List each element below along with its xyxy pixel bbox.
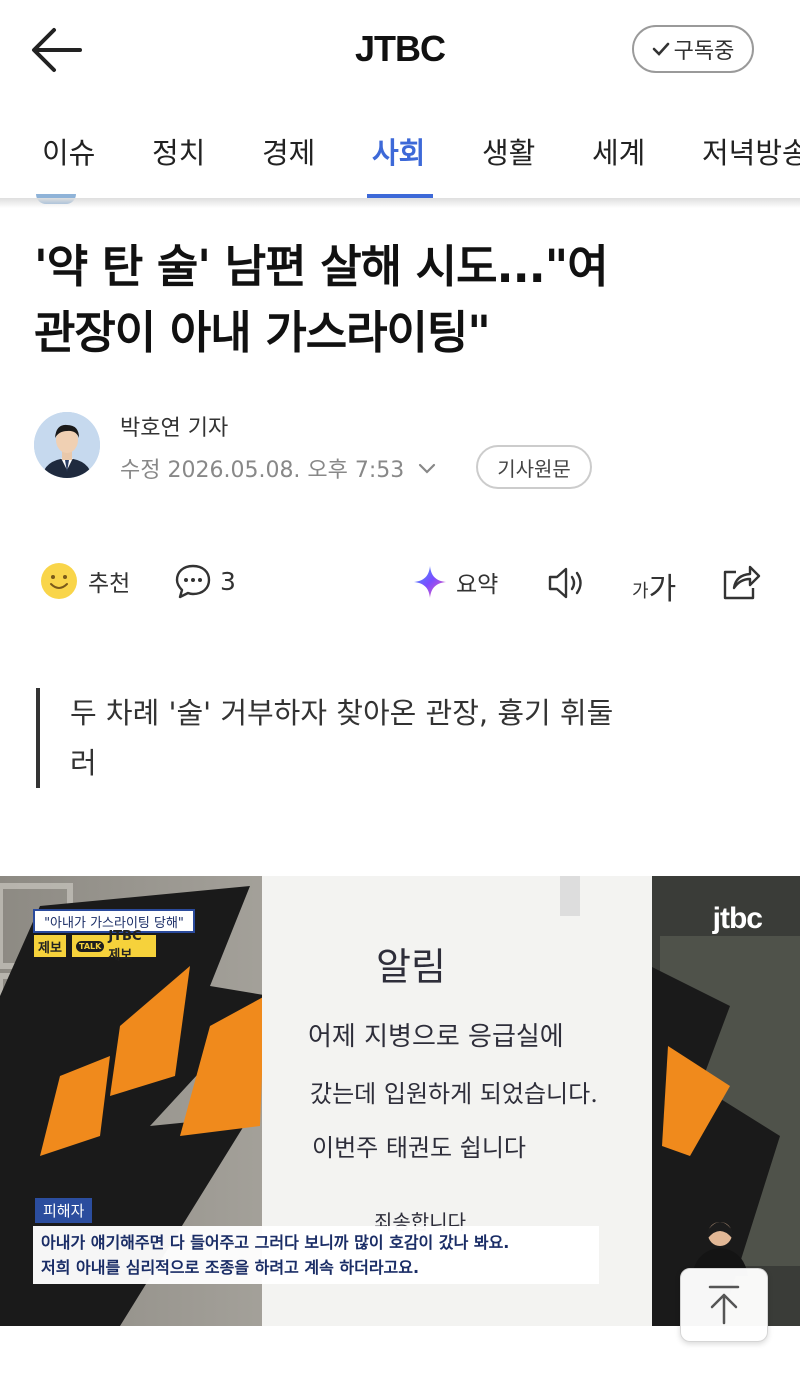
article-title-line2: 관장이 아내 가스라이팅": [34, 306, 491, 359]
note-line2: 갔는데 입원하게 되었습니다.: [310, 1080, 598, 1108]
speaker-icon: [548, 567, 582, 599]
reporter-avatar[interactable]: [34, 412, 100, 478]
jtbc-report-label: JTBC제보: [108, 929, 142, 963]
ai-sparkle-icon: [414, 566, 446, 598]
subscribe-button[interactable]: 구독중: [632, 25, 754, 73]
ai-summary-button[interactable]: 요약: [412, 564, 498, 600]
tab-life[interactable]: 생활: [482, 130, 535, 172]
recommend-label: 추천: [88, 571, 131, 597]
tab-economy[interactable]: 경제: [262, 130, 315, 172]
tab-issue[interactable]: 이슈: [42, 130, 95, 172]
subhead-line1: 두 차례 '술' 거부하자 찾아온 관장, 흉기 휘둘: [70, 696, 614, 730]
sign-interpreter-inset: [692, 1222, 748, 1276]
chevron-down-icon: [419, 463, 436, 474]
share-button[interactable]: [720, 562, 762, 602]
category-tabs: 이슈 정치 경제 사회 생활 세계 저녁방송: [0, 100, 800, 198]
top-bar: JTBC 구독중: [0, 0, 800, 100]
article-subhead: 두 차례 '술' 거부하자 찾아온 관장, 흉기 휘둘 러: [36, 688, 736, 788]
comment-count: 3: [220, 566, 236, 596]
tab-politics[interactable]: 정치: [152, 130, 205, 172]
check-icon: [652, 42, 669, 56]
font-size-button[interactable]: 가 가: [632, 564, 676, 608]
summary-label: 요약: [456, 572, 499, 598]
comment-icon: [175, 564, 211, 599]
talk-badge: TALK: [76, 940, 105, 952]
comments-button[interactable]: 3: [174, 562, 236, 600]
share-icon: [723, 565, 761, 600]
avatar-photo: [34, 412, 100, 478]
tab-society[interactable]: 사회: [372, 130, 425, 172]
article-action-bar: 추천 3 요약 가 가: [0, 560, 800, 608]
subtitle-line1: 아내가 얘기해주면 다 들어주고 그러다 보니까 많이 호감이 갔나 봐요.: [41, 1233, 510, 1252]
original-article-button[interactable]: 기사원문: [476, 445, 592, 489]
tab-world[interactable]: 세계: [592, 130, 645, 172]
reporter-name[interactable]: 박호연 기자: [120, 410, 228, 442]
article-title-line1: '약 탄 술' 남편 살해 시도..."여: [34, 240, 609, 293]
smiley-icon: [41, 563, 77, 599]
tab-evening-news[interactable]: 저녁방송: [702, 130, 800, 172]
scroll-to-top-button[interactable]: [680, 1268, 768, 1342]
article-date[interactable]: 수정 2026.05.08. 오후 7:53: [120, 452, 438, 484]
note-line1: 어제 지병으로 응급실에: [308, 1022, 564, 1052]
subhead-line2: 러: [70, 746, 97, 780]
speaker-tag: 피해자: [35, 1198, 93, 1223]
font-small-glyph: 가: [632, 581, 649, 602]
back-arrow-icon: [32, 28, 82, 72]
article-date-text: 수정 2026.05.08. 오후 7:53: [120, 458, 405, 483]
recommend-button[interactable]: 추천: [40, 562, 130, 600]
photo-subtitles: 아내가 얘기해주면 다 들어주고 그러다 보니까 많이 호감이 갔나 봐요. 저…: [33, 1226, 599, 1284]
jtbc-report-tag: TALK JTBC제보: [72, 929, 156, 963]
jtbc-watermark-logo: jtbc: [712, 902, 763, 935]
article-title: '약 탄 술' 남편 살해 시도..."여 관장이 아내 가스라이팅": [34, 234, 774, 366]
note-title: 알림: [376, 945, 446, 989]
back-button[interactable]: [28, 22, 88, 78]
subscribe-label: 구독중: [673, 39, 735, 64]
report-tag: 제보: [34, 935, 66, 957]
subtitle-line2: 저희 아내를 심리적으로 조종을 하려고 계속 하더라고요.: [41, 1258, 420, 1277]
listen-button[interactable]: [546, 564, 588, 602]
arrow-up-icon: [708, 1285, 740, 1325]
font-large-glyph: 가: [648, 572, 677, 607]
note-line3: 이번주 태권도 쉽니다: [312, 1134, 526, 1162]
header-shadow: [0, 198, 800, 208]
